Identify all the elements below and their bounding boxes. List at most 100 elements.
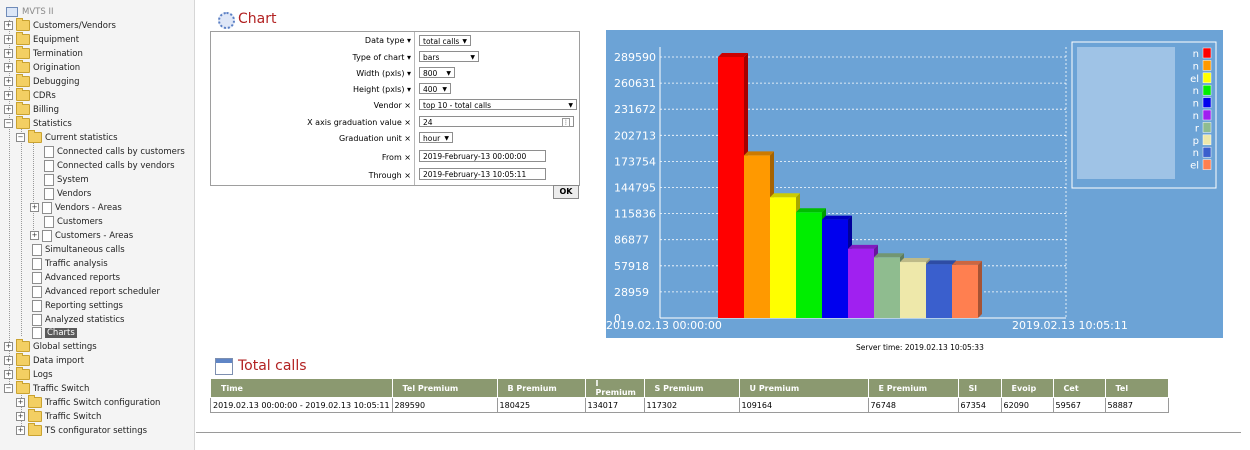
- page-icon: [44, 187, 54, 200]
- bar-top: [744, 151, 774, 156]
- legend-swatch: [1202, 122, 1212, 133]
- legend-label: n: [1193, 111, 1199, 122]
- sidebar-item-billing[interactable]: + Billing: [4, 102, 59, 117]
- sidebar-item-debugging[interactable]: + Debugging: [4, 74, 80, 89]
- page-icon: [32, 285, 42, 298]
- width-select[interactable]: 800 ▼: [419, 67, 455, 78]
- sidebar-item-origination[interactable]: + Origination: [4, 60, 80, 75]
- folder-icon: [16, 367, 30, 380]
- bar-chart-panel: 0 28959 57918 86877 115836 144795 173754 202713…: [606, 30, 1223, 338]
- legend-swatch: [1202, 47, 1212, 59]
- data-type-select[interactable]: total calls ▼: [419, 35, 471, 46]
- legend-label: n: [1193, 99, 1199, 110]
- bar: [822, 219, 848, 318]
- sidebar-item-traffic-switch-sub[interactable]: + Traffic Switch: [16, 409, 101, 424]
- sidebar-item-termination[interactable]: + Termination: [4, 46, 83, 61]
- label-type-of-chart: Type of chart ▾: [352, 53, 411, 62]
- sidebar-item-analyzed-statistics[interactable]: Analyzed statistics: [32, 313, 124, 327]
- gear-icon: [218, 12, 235, 29]
- graduation-unit-select[interactable]: hour ▼: [419, 132, 453, 143]
- page-icon: [44, 173, 54, 186]
- sidebar-item-customers-vendors[interactable]: + Customers/Vendors: [4, 18, 116, 33]
- sidebar-item-charts[interactable]: Charts: [32, 326, 77, 340]
- total-calls-table: Time Tel Premium B Premium I Premium S P…: [210, 378, 1169, 413]
- vendor-select[interactable]: top 10 - total calls ▼: [419, 99, 577, 110]
- bar-top: [900, 258, 930, 263]
- table-cell: 109164: [738, 397, 869, 413]
- sidebar-item-customers[interactable]: Customers: [44, 215, 103, 229]
- sidebar-item-cdrs[interactable]: + CDRs: [4, 88, 56, 103]
- col-header: S Premium: [643, 378, 740, 398]
- folder-icon: [16, 88, 30, 101]
- sidebar-item-simultaneous-calls[interactable]: Simultaneous calls: [32, 243, 125, 257]
- page-icon: [32, 257, 42, 270]
- sidebar-item-system[interactable]: System: [44, 173, 89, 187]
- legend-swatch: [1202, 97, 1212, 108]
- legend-swatch: [1202, 109, 1212, 121]
- sidebar-item-vendors-areas[interactable]: + Vendors - Areas: [30, 201, 122, 215]
- sidebar-item-traffic-switch-configuration[interactable]: + Traffic Switch configuration: [16, 395, 160, 410]
- sidebar-item-reporting-settings[interactable]: Reporting settings: [32, 299, 123, 313]
- sidebar-item-vendors[interactable]: Vendors: [44, 187, 91, 201]
- folder-icon: [16, 353, 30, 366]
- page-icon: [44, 145, 54, 158]
- sidebar-item-statistics[interactable]: − Statistics: [4, 116, 72, 131]
- bar: [874, 257, 900, 318]
- folder-icon: [16, 32, 30, 45]
- bar-top: [926, 260, 956, 265]
- folder-icon: [16, 74, 30, 87]
- bar-top: [952, 260, 982, 265]
- col-header: Sl: [957, 378, 1002, 398]
- from-date-input[interactable]: 2019-February-13 00:00:00: [419, 150, 546, 162]
- sidebar-item-connected-calls-customers[interactable]: Connected calls by customers: [44, 145, 185, 159]
- sidebar-item-logs[interactable]: + Logs: [4, 367, 53, 382]
- y-tick-label: 260631: [614, 77, 656, 90]
- chart-type-select[interactable]: bars ▼: [419, 51, 479, 62]
- table-cell: 59567: [1052, 397, 1106, 413]
- ok-button[interactable]: OK: [553, 185, 579, 199]
- sidebar-item-data-import[interactable]: + Data import: [4, 353, 84, 368]
- folder-icon: [16, 18, 30, 31]
- server-time: Server time: 2019.02.13 10:05:33: [856, 343, 984, 352]
- through-date-input[interactable]: 2019-February-13 10:05:11: [419, 168, 546, 180]
- table-cell: 2019.02.13 00:00:00 - 2019.02.13 10:05:1…: [210, 397, 393, 413]
- x-tick-label: 2019.02.13 10:05:11: [1012, 319, 1128, 332]
- bar-top: [718, 53, 748, 57]
- label-width: Width (pxls) ▾: [356, 69, 411, 78]
- page-icon: [32, 299, 42, 312]
- sidebar-item-advanced-reports[interactable]: Advanced reports: [32, 271, 120, 285]
- sidebar-item-equipment[interactable]: + Equipment: [4, 32, 79, 47]
- col-header: E Premium: [867, 378, 959, 398]
- folder-icon: [16, 46, 30, 59]
- bar-side: [978, 260, 982, 318]
- bar-top: [848, 244, 878, 249]
- bar: [900, 262, 926, 318]
- app-title-row: MVTS II: [6, 5, 53, 19]
- label-data-type: Data type ▾: [364, 36, 411, 45]
- legend-swatch: [1202, 134, 1212, 146]
- sidebar-item-current-statistics[interactable]: − Current statistics: [16, 130, 118, 145]
- sidebar-item-ts-configurator-settings[interactable]: + TS configurator settings: [16, 423, 147, 438]
- sidebar-item-advanced-report-scheduler[interactable]: Advanced report scheduler: [32, 285, 160, 299]
- sidebar-item-traffic-switch[interactable]: − Traffic Switch: [4, 381, 89, 396]
- bar: [718, 57, 744, 318]
- table-cell: 134017: [584, 397, 645, 413]
- label-through: Through ×: [368, 171, 411, 180]
- col-header: Time: [210, 378, 393, 398]
- height-select[interactable]: 400 ▼: [419, 83, 451, 94]
- folder-icon: [28, 423, 42, 436]
- page-icon: [44, 215, 54, 228]
- sidebar-item-global-settings[interactable]: + Global settings: [4, 339, 97, 354]
- sidebar-item-customers-areas[interactable]: + Customers - Areas: [30, 229, 133, 243]
- sidebar-item-connected-calls-vendors[interactable]: Connected calls by vendors: [44, 159, 175, 173]
- legend-swatch: [1202, 146, 1212, 158]
- label-from: From ×: [381, 153, 411, 162]
- total-calls-title: Total calls: [238, 358, 307, 374]
- x-axis-graduation-input[interactable]: 24 ⋮: [419, 116, 574, 127]
- bar: [796, 212, 822, 318]
- sidebar-item-traffic-analysis[interactable]: Traffic analysis: [32, 257, 108, 271]
- folder-icon: [16, 60, 30, 73]
- x-tick-label: 2019.02.13 00:00:00: [606, 319, 722, 332]
- page-icon: [42, 201, 52, 214]
- bottom-divider: [196, 432, 1241, 433]
